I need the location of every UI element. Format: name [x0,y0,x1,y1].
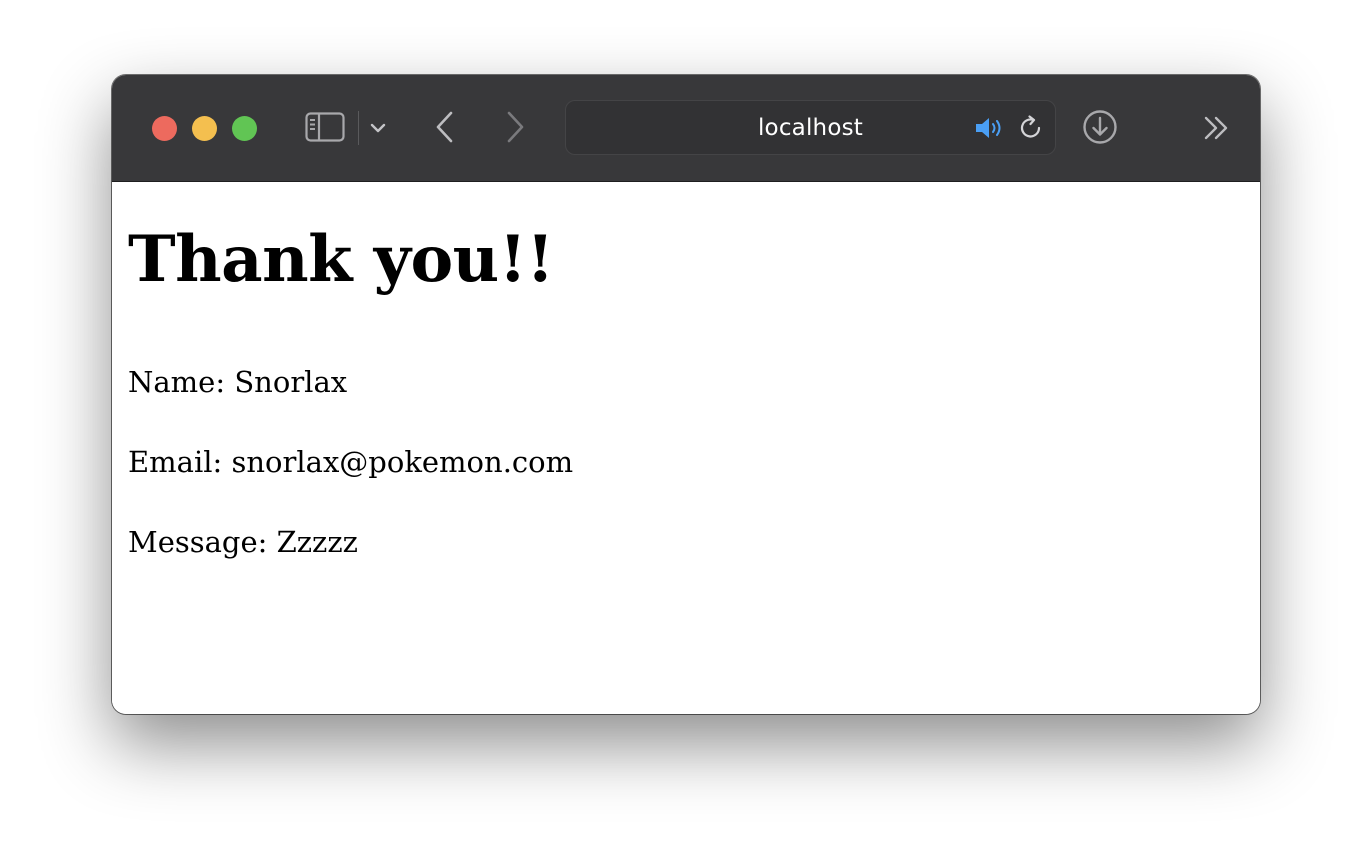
mute-tab-button[interactable] [974,116,1006,140]
double-chevron-right-icon [1204,116,1228,140]
address-bar[interactable]: localhost [565,100,1056,155]
more-toolbar-items-button[interactable] [1202,113,1232,143]
message-line: Message: Zzzzz [128,525,358,559]
email-line: Email: snorlax@pokemon.com [128,445,574,479]
browser-toolbar: localhost [112,75,1260,182]
downloads-button[interactable] [1082,109,1118,145]
sidebar-menu-button[interactable] [366,115,390,141]
minimize-window-button[interactable] [192,116,217,141]
reload-icon [1020,115,1041,138]
speaker-icon [976,118,1001,138]
chevron-down-icon [370,123,386,133]
browser-window: localhost Thank you!! Name: Snorlax Emai… [112,75,1260,714]
forward-button[interactable] [500,109,530,145]
maximize-window-button[interactable] [232,116,257,141]
back-arrow-icon [436,111,453,143]
name-line: Name: Snorlax [128,365,348,399]
back-button[interactable] [430,109,460,145]
sidebar-icon [305,112,345,142]
close-window-button[interactable] [152,116,177,141]
page-heading: Thank you!! [128,222,554,297]
download-icon [1083,110,1117,144]
sidebar-toggle-button[interactable] [304,109,346,145]
toolbar-divider [358,111,359,145]
page-content: Thank you!! Name: Snorlax Email: snorlax… [112,182,1260,714]
reload-button[interactable] [1017,114,1045,142]
forward-arrow-icon [507,111,524,143]
